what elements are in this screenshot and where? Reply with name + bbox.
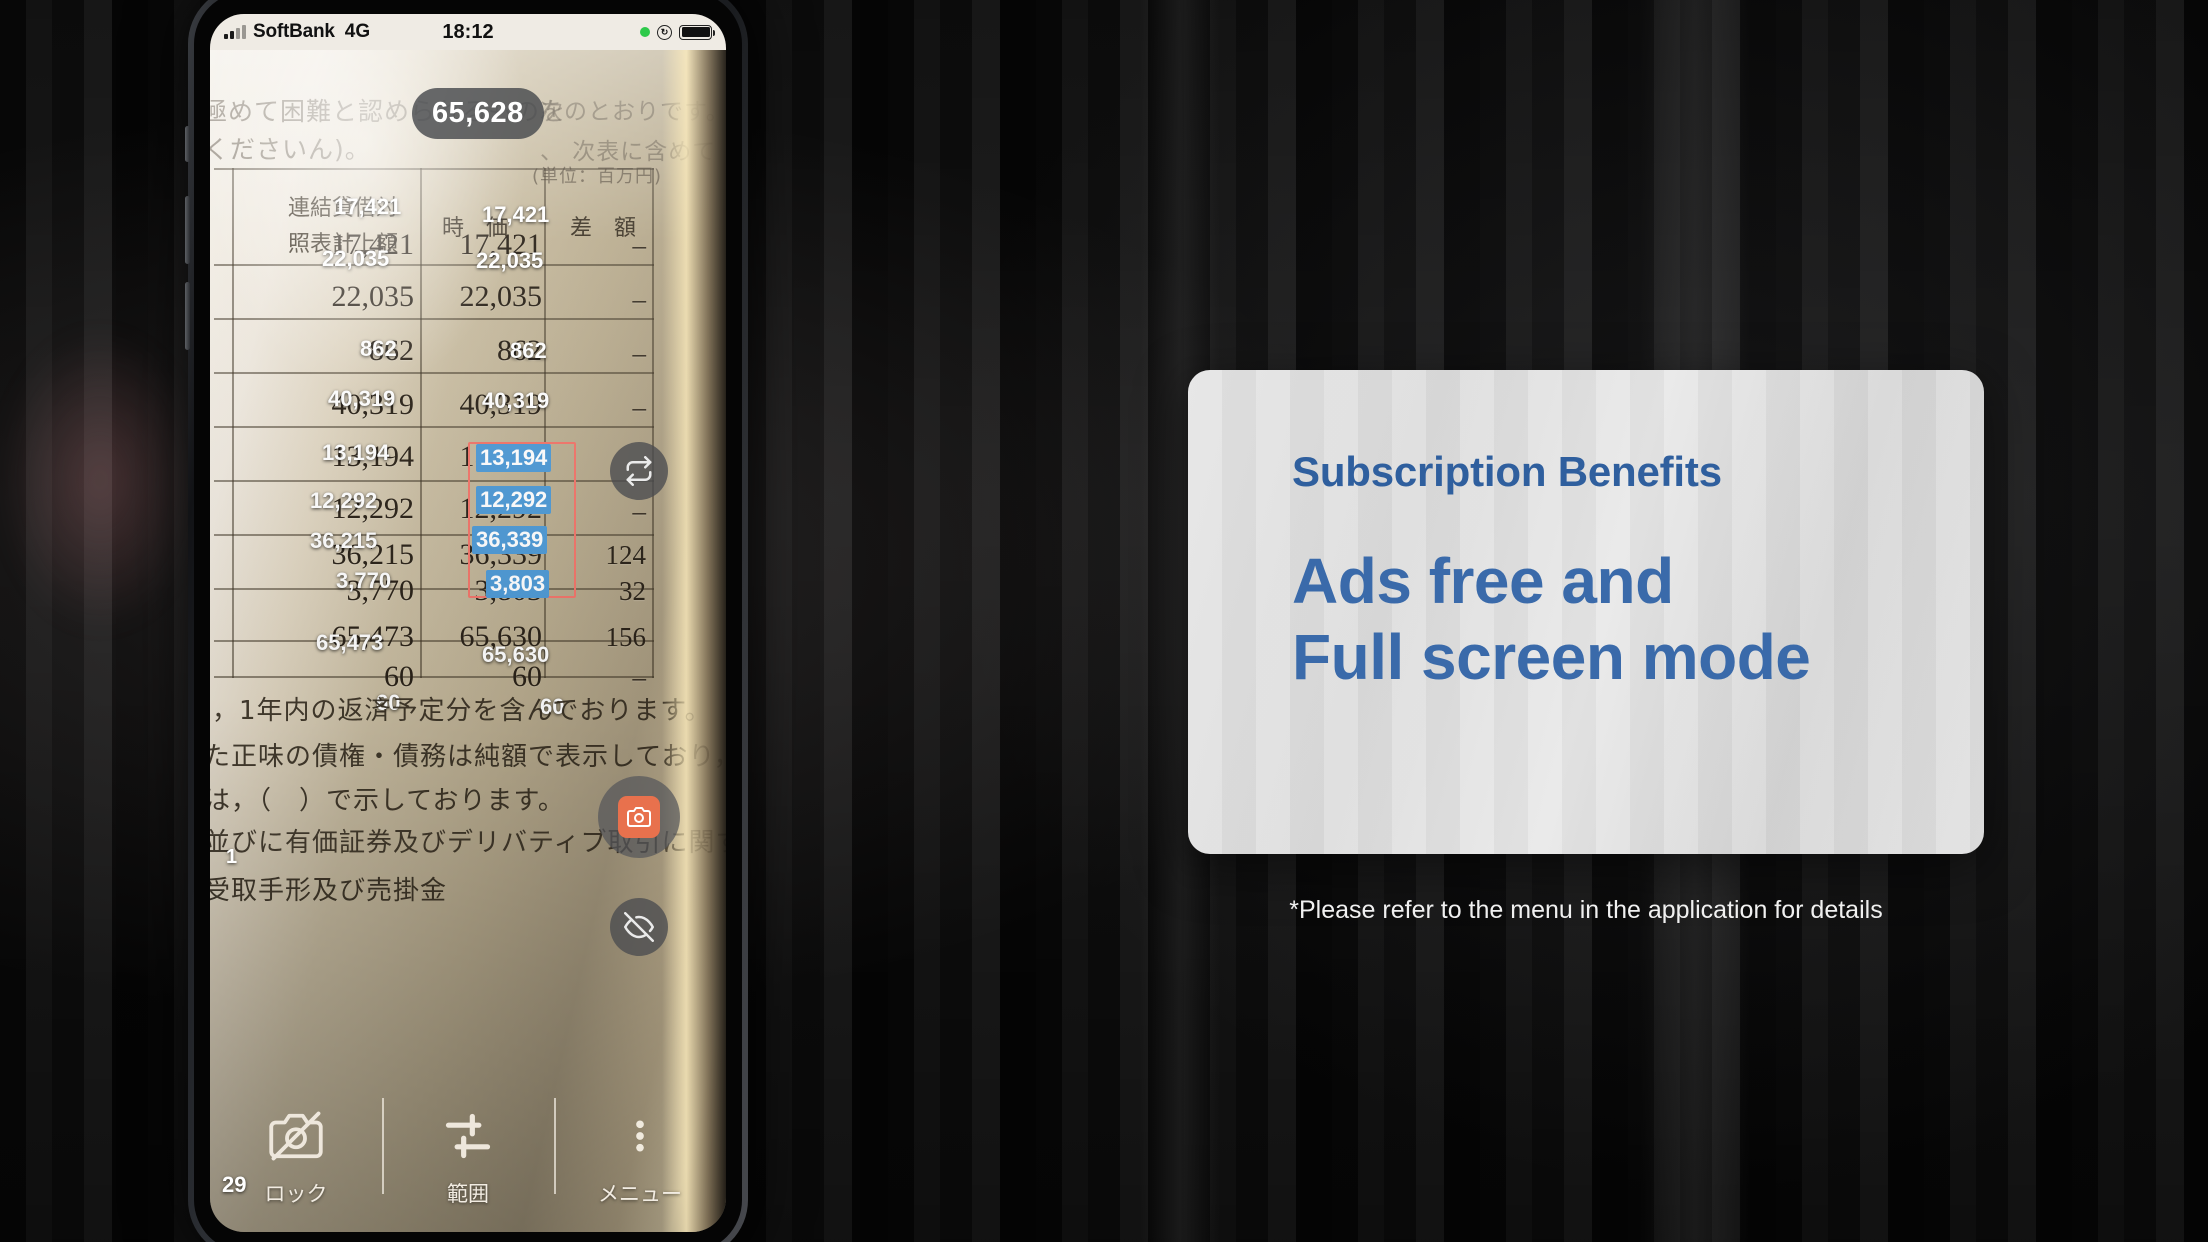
camera-viewfinder[interactable]: 極めて困難と認められるものを くださいん)。 次のとおりです。 、 次表に含めて… — [210, 50, 726, 1232]
status-bar: SoftBank 4G 18:12 ↻ — [210, 14, 726, 50]
promo-footnote: *Please refer to the menu in the applica… — [1289, 896, 1883, 924]
toolbar-item-menu[interactable]: メニュー — [554, 1082, 726, 1232]
subscription-benefits-card: Subscription Benefits Ads free and Full … — [1188, 370, 1984, 854]
ocr-value[interactable]: 65,473 — [316, 630, 383, 656]
ocr-selected-value[interactable]: 36,339 — [472, 526, 548, 554]
ocr-value[interactable]: 65,630 — [482, 642, 549, 668]
document-table: 連結貸借対 照表計上額 時 価 差 額 17,421 22,035 862 40… — [214, 168, 654, 693]
document-text-line: は，（ ）で示しております。 — [210, 786, 565, 816]
ocr-value[interactable]: 40,319 — [328, 386, 395, 412]
hide-overlay-button[interactable] — [610, 898, 668, 956]
ocr-selected-value[interactable]: 12,292 — [476, 486, 552, 514]
paragraph-index-badge: 1 — [226, 846, 238, 868]
ocr-value[interactable]: 17,421 — [482, 202, 549, 228]
table-cell: – — [632, 230, 647, 260]
toolbar-item-menu-label: メニュー — [598, 1182, 682, 1206]
rotation-lock-icon: ↻ — [657, 24, 672, 40]
document-text-line: た正味の債権・債務は純額で表示しており，合計 — [210, 742, 726, 772]
camera-lock-icon — [266, 1106, 326, 1166]
volume-up-button[interactable] — [185, 196, 190, 264]
table-cell: 156 — [605, 622, 647, 652]
table-cell: – — [632, 392, 647, 422]
phone-device: SoftBank 4G 18:12 ↻ 極めて困難と認められるものを くださいん… — [185, 0, 748, 1242]
table-cell: – — [632, 338, 647, 368]
sum-tooltip[interactable]: 65,628 — [412, 88, 544, 139]
ocr-selected-value[interactable]: 3,803 — [486, 570, 550, 598]
ocr-value[interactable]: 13,194 — [322, 440, 389, 466]
more-vertical-icon — [610, 1106, 670, 1166]
page-curl-shadow — [662, 50, 726, 1232]
background-glow-left — [0, 330, 200, 630]
ocr-value[interactable]: 862 — [510, 338, 547, 364]
document-text-line: 受取手形及び売掛金 — [210, 876, 448, 906]
ocr-value[interactable]: 22,035 — [476, 248, 543, 274]
ocr-value[interactable]: 40,319 — [482, 388, 549, 414]
sliders-icon — [438, 1106, 498, 1166]
ocr-value[interactable]: 12,292 — [310, 488, 377, 514]
bottom-toolbar: ロック 範囲 メニュー — [210, 1082, 726, 1232]
table-cell: 22,035 — [331, 280, 415, 313]
table-cell: – — [632, 662, 647, 692]
recording-dot-icon — [640, 27, 650, 37]
promo-title-line-2: Full screen mode — [1292, 620, 1811, 693]
ocr-value[interactable]: 36,215 — [310, 528, 377, 554]
ocr-value[interactable]: 22,035 — [322, 246, 389, 272]
mute-switch[interactable] — [185, 126, 190, 162]
phone-screen: SoftBank 4G 18:12 ↻ 極めて困難と認められるものを くださいん… — [210, 14, 726, 1232]
camera-shutter-icon — [618, 796, 660, 838]
toolbar-item-lock[interactable]: ロック — [210, 1082, 382, 1232]
volume-down-button[interactable] — [185, 282, 190, 350]
ocr-value[interactable]: 3,770 — [336, 568, 391, 594]
promo-title: Ads free and Full screen mode — [1292, 544, 1984, 695]
swap-columns-button[interactable] — [610, 442, 668, 500]
table-cell: 60 — [384, 660, 414, 693]
ocr-value[interactable]: 17,421 — [334, 194, 401, 220]
ocr-selected-value[interactable]: 13,194 — [476, 444, 552, 472]
toolbar-item-lock-label: ロック — [264, 1182, 328, 1206]
capture-button[interactable] — [598, 776, 680, 858]
eye-off-icon — [624, 912, 654, 942]
document-text-line: ，1年内の返済予定分を含んでおります。 — [212, 696, 712, 726]
swap-arrows-icon — [626, 456, 652, 486]
battery-full-icon — [679, 24, 715, 40]
promo-title-line-1: Ads free and — [1292, 545, 1674, 617]
page-index-badge: 29 — [222, 1172, 247, 1197]
toolbar-item-range-label: 範囲 — [447, 1182, 489, 1206]
document-text-line: くださいん)。 — [210, 135, 371, 164]
promo-subtitle: Subscription Benefits — [1292, 448, 1722, 495]
table-cell: – — [632, 284, 647, 314]
toolbar-item-range[interactable]: 範囲 — [382, 1082, 554, 1232]
table-cell: 22,035 — [459, 280, 543, 313]
screenshot-stage: SoftBank 4G 18:12 ↻ 極めて困難と認められるものを くださいん… — [0, 0, 2208, 1242]
ocr-value[interactable]: 862 — [360, 336, 397, 362]
